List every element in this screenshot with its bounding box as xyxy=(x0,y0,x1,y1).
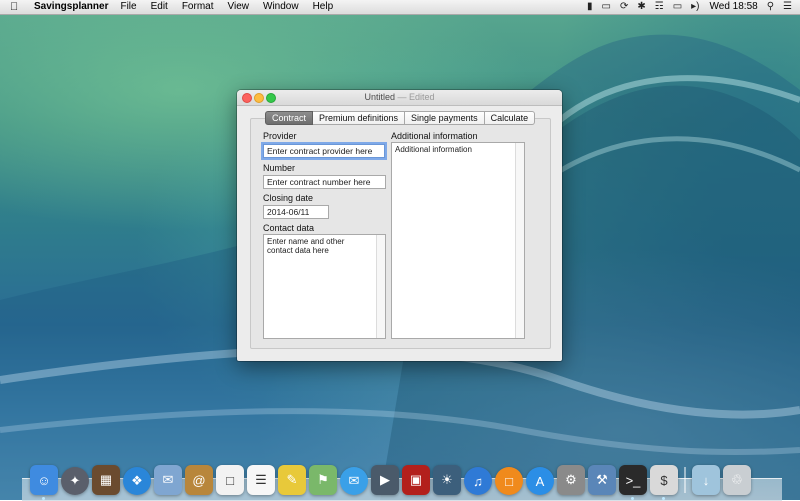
bluetooth-icon[interactable]: ✱ xyxy=(637,0,645,14)
tab-contract[interactable]: Contract xyxy=(265,111,314,125)
dock-finder-icon[interactable]: ☺ xyxy=(30,465,58,500)
dock-trash-icon[interactable]: ♲ xyxy=(723,465,751,495)
clock[interactable]: Wed 18:58 xyxy=(710,0,758,14)
tab-bar: Contract Premium definitions Single paym… xyxy=(265,111,536,125)
app-menu[interactable]: Savingsplanner xyxy=(34,0,108,14)
battery-icon[interactable]: ▭ xyxy=(673,0,682,14)
dock-reminders-icon[interactable]: ☰ xyxy=(247,465,275,495)
contact-data-scrollbar[interactable] xyxy=(376,235,385,338)
status-area: ▮ ▭ ⟳ ✱ ☶ ▭ ▸) Wed 18:58 ⚲ ☰ xyxy=(578,0,792,14)
window-titlebar[interactable]: Untitled — Edited xyxy=(237,90,562,106)
dock-savingsplanner-icon[interactable]: $ xyxy=(650,465,678,500)
menu-help[interactable]: Help xyxy=(313,0,334,14)
close-window-button[interactable] xyxy=(242,93,252,103)
contact-data-textarea[interactable]: Enter name and other contact data here xyxy=(263,234,386,339)
title-separator: — xyxy=(397,92,407,102)
tab-single-payments[interactable]: Single payments xyxy=(405,111,485,125)
wifi-icon[interactable]: ☶ xyxy=(655,0,664,14)
dock-downloads-icon[interactable]: ↓ xyxy=(692,465,720,495)
closing-date-field[interactable]: 2014-06/11 xyxy=(263,205,329,219)
dock-mail-icon[interactable]: ✉ xyxy=(154,465,182,495)
tab-calculate[interactable]: Calculate xyxy=(484,111,536,125)
dock-messages-icon[interactable]: ✉ xyxy=(340,467,368,495)
airplay-icon[interactable]: ▭ xyxy=(602,0,611,14)
dock-notes-icon[interactable]: ✎ xyxy=(278,465,306,495)
app-window: Untitled — Edited Contract Premium defin… xyxy=(237,90,562,361)
contact-data-label: Contact data xyxy=(263,223,315,233)
provider-label: Provider xyxy=(263,131,297,141)
window-title: Untitled xyxy=(364,92,395,102)
notification-center-icon[interactable]: ☰ xyxy=(783,0,792,14)
menu-file[interactable]: File xyxy=(120,0,136,14)
dock-separator xyxy=(684,467,686,493)
closing-date-label: Closing date xyxy=(263,193,314,203)
apple-menu-icon[interactable]:  xyxy=(10,0,24,14)
menu-edit[interactable]: Edit xyxy=(151,0,168,14)
dock-xcode-icon[interactable]: ⚒ xyxy=(588,465,616,495)
menu-window[interactable]: Window xyxy=(263,0,299,14)
additional-information-scrollbar[interactable] xyxy=(515,143,524,338)
volume-icon[interactable]: ▸) xyxy=(691,0,699,14)
additional-information-label: Additional information xyxy=(391,131,478,141)
dock-photo-booth-icon[interactable]: ▣ xyxy=(402,465,430,495)
contact-data-text: Enter name and other contact data here xyxy=(267,237,345,255)
dock-safari-icon[interactable]: ❖ xyxy=(123,467,151,495)
menu-bar:  Savingsplanner File Edit Format View W… xyxy=(0,0,800,15)
dock-ibooks-icon[interactable]: □ xyxy=(495,467,523,495)
battery-status-icon[interactable]: ▮ xyxy=(587,0,593,14)
menu-format[interactable]: Format xyxy=(182,0,214,14)
minimize-window-button[interactable] xyxy=(254,93,264,103)
dock-facetime-icon[interactable]: ▶ xyxy=(371,465,399,495)
zoom-window-button[interactable] xyxy=(266,93,276,103)
dock-system-preferences-icon[interactable]: ⚙ xyxy=(557,465,585,495)
dock-maps-icon[interactable]: ⚑ xyxy=(309,465,337,495)
dock-mission-control-icon[interactable]: ▦ xyxy=(92,465,120,495)
dock-terminal-icon[interactable]: >_ xyxy=(619,465,647,500)
tab-premium-definitions[interactable]: Premium definitions xyxy=(313,111,406,125)
dock-iphoto-icon[interactable]: ☀ xyxy=(433,465,461,495)
dock-launchpad-icon[interactable]: ✦ xyxy=(61,467,89,495)
additional-information-text: Additional information xyxy=(395,145,472,154)
dock-app-store-icon[interactable]: A xyxy=(526,467,554,495)
dock-itunes-icon[interactable]: ♫ xyxy=(464,467,492,495)
contract-tab-panel: Provider Enter contract provider here Nu… xyxy=(250,118,551,349)
number-field[interactable]: Enter contract number here xyxy=(263,175,386,189)
dock-contacts-icon[interactable]: @ xyxy=(185,465,213,495)
additional-information-textarea[interactable]: Additional information xyxy=(391,142,525,339)
provider-field[interactable]: Enter contract provider here xyxy=(263,144,385,158)
edited-status: Edited xyxy=(409,92,435,102)
dock-calendar-icon[interactable]: □ xyxy=(216,465,244,495)
number-label: Number xyxy=(263,163,296,173)
dock: ☺ ✦ ▦ ❖ ✉ @ □ ☰ ✎ ⚑ ✉ ▶ ▣ ☀ ♫ □ A ⚙ ⚒ >_ $ ↓ ♲ xyxy=(30,457,754,500)
time-machine-icon[interactable]: ⟳ xyxy=(620,0,628,14)
spotlight-search-icon[interactable]: ⚲ xyxy=(767,0,774,14)
menu-view[interactable]: View xyxy=(228,0,250,14)
